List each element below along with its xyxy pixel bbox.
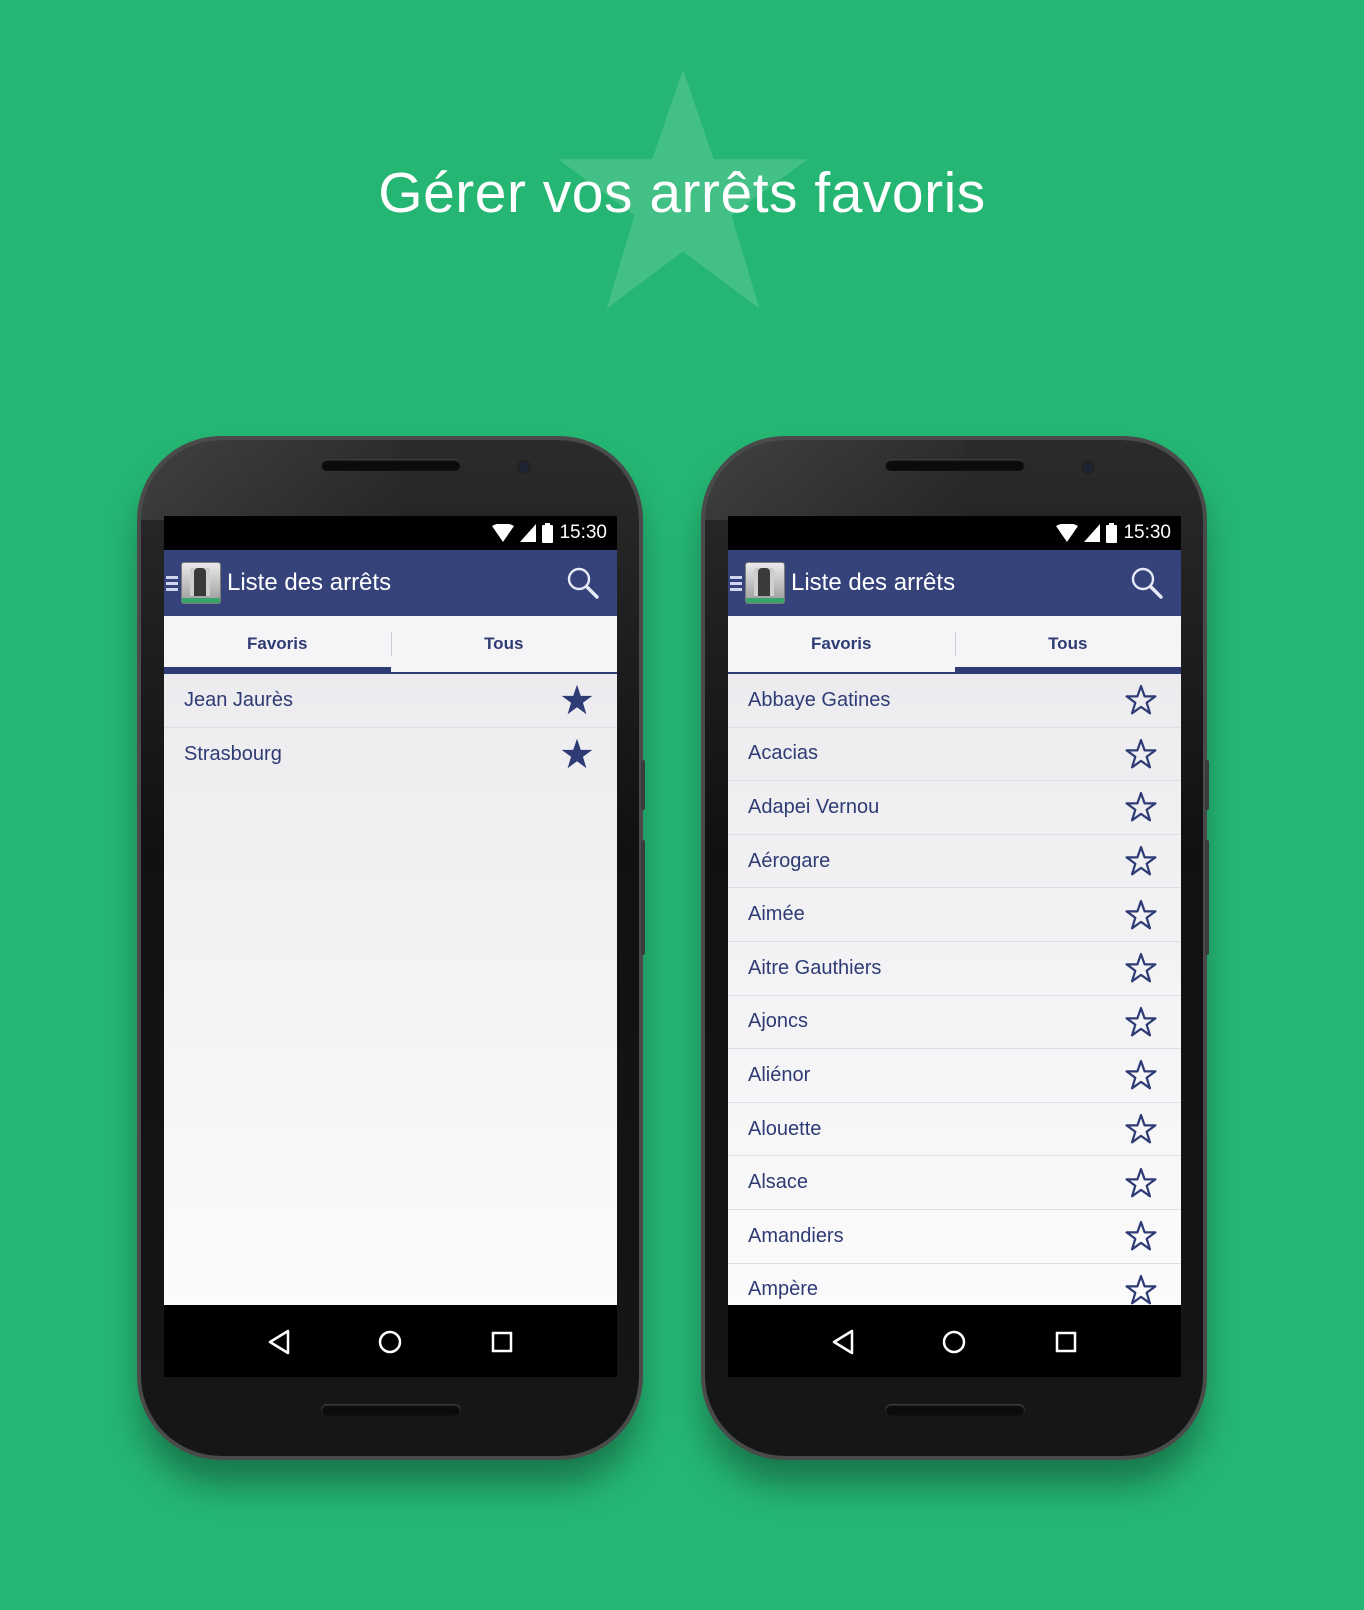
- signal-icon: [520, 524, 537, 542]
- stop-name: Alsace: [748, 1171, 809, 1194]
- recents-icon[interactable]: [490, 1330, 514, 1354]
- star-outline-icon[interactable]: [1125, 684, 1157, 716]
- status-bar: 15:30: [164, 516, 617, 550]
- app-bar: Liste des arrêts: [164, 550, 617, 616]
- status-time: 15:30: [559, 522, 607, 543]
- star-filled-icon[interactable]: [561, 684, 593, 716]
- speaker-top: [321, 459, 461, 471]
- star-outline-icon[interactable]: [1125, 845, 1157, 877]
- list-item[interactable]: Abbaye Gatines: [728, 674, 1181, 728]
- drawer-menu-icon[interactable]: [166, 575, 178, 591]
- list-item[interactable]: Ajoncs: [728, 996, 1181, 1050]
- star-outline-icon[interactable]: [1125, 952, 1157, 984]
- app-logo[interactable]: [181, 562, 221, 604]
- search-icon[interactable]: [1129, 565, 1165, 601]
- app-bar: Liste des arrêts: [728, 550, 1181, 616]
- power-button: [1205, 760, 1209, 810]
- status-time: 15:30: [1123, 522, 1171, 543]
- navigation-bar: [728, 1305, 1181, 1377]
- stop-name: Aimée: [748, 903, 805, 926]
- tab-tous[interactable]: Tous: [390, 616, 618, 672]
- home-icon[interactable]: [377, 1329, 403, 1355]
- navigation-bar: [164, 1305, 617, 1377]
- list-item[interactable]: Amandiers: [728, 1210, 1181, 1264]
- list-item[interactable]: Ampère: [728, 1264, 1181, 1305]
- list-item[interactable]: Acacias: [728, 728, 1181, 782]
- stops-list[interactable]: Abbaye Gatines Acacias Adapei Vernou Aéroga…: [728, 674, 1181, 1305]
- list-item[interactable]: Alsace: [728, 1156, 1181, 1210]
- star-outline-icon[interactable]: [1125, 1059, 1157, 1091]
- star-outline-icon[interactable]: [1125, 1220, 1157, 1252]
- list-item[interactable]: Alouette: [728, 1103, 1181, 1157]
- tab-favoris[interactable]: Favoris: [728, 616, 955, 672]
- star-outline-icon[interactable]: [1125, 1274, 1157, 1305]
- stop-name: Acacias: [748, 742, 819, 765]
- tab-tous[interactable]: Tous: [954, 616, 1182, 674]
- home-icon[interactable]: [941, 1329, 967, 1355]
- list-item[interactable]: Aliénor: [728, 1049, 1181, 1103]
- speaker-bottom: [885, 1404, 1025, 1416]
- phone-all-stops: 15:30 Liste des arrêts Favoris Tous Abba…: [705, 440, 1209, 1456]
- speaker-top: [885, 459, 1025, 471]
- list-item[interactable]: Adapei Vernou: [728, 781, 1181, 835]
- signal-icon: [1084, 524, 1101, 542]
- stop-name: Ampère: [748, 1278, 819, 1301]
- app-title: Liste des arrêts: [791, 569, 956, 596]
- front-camera: [519, 462, 529, 472]
- status-bar: 15:30: [728, 516, 1181, 550]
- drawer-menu-icon[interactable]: [730, 575, 742, 591]
- battery-icon: [1106, 523, 1118, 543]
- star-outline-icon[interactable]: [1125, 1113, 1157, 1145]
- volume-button: [1205, 840, 1209, 955]
- back-icon[interactable]: [267, 1329, 291, 1355]
- front-camera: [1083, 462, 1093, 472]
- stop-name: Strasbourg: [184, 742, 282, 765]
- star-outline-icon[interactable]: [1125, 1167, 1157, 1199]
- volume-button: [641, 840, 645, 955]
- list-item[interactable]: Jean Jaurès: [164, 674, 617, 728]
- app-logo[interactable]: [745, 562, 785, 604]
- back-icon[interactable]: [831, 1329, 855, 1355]
- star-filled-icon[interactable]: [561, 738, 593, 770]
- battery-icon: [542, 523, 554, 543]
- screen: 15:30 Liste des arrêts Favoris Tous Jean…: [164, 516, 617, 1377]
- search-icon[interactable]: [565, 565, 601, 601]
- wifi-icon: [492, 524, 515, 542]
- list-item[interactable]: Aitre Gauthiers: [728, 942, 1181, 996]
- tab-bar: Favoris Tous: [164, 616, 617, 674]
- star-outline-icon[interactable]: [1125, 738, 1157, 770]
- stop-name: Ajoncs: [748, 1010, 809, 1033]
- speaker-bottom: [321, 1404, 461, 1416]
- tab-bar: Favoris Tous: [728, 616, 1181, 674]
- phone-favorites: 15:30 Liste des arrêts Favoris Tous Jean…: [141, 440, 645, 1456]
- stop-name: Aliénor: [748, 1063, 811, 1086]
- screen: 15:30 Liste des arrêts Favoris Tous Abba…: [728, 516, 1181, 1377]
- star-outline-icon[interactable]: [1125, 791, 1157, 823]
- list-item[interactable]: Aimée: [728, 888, 1181, 942]
- headline: Gérer vos arrêts favoris: [378, 161, 986, 225]
- star-outline-icon[interactable]: [1125, 899, 1157, 931]
- star-outline-icon[interactable]: [1125, 1006, 1157, 1038]
- stop-name: Aérogare: [748, 849, 831, 872]
- stop-name: Alouette: [748, 1117, 822, 1140]
- recents-icon[interactable]: [1054, 1330, 1078, 1354]
- list-item[interactable]: Aérogare: [728, 835, 1181, 889]
- tab-favoris[interactable]: Favoris: [164, 616, 391, 674]
- stop-name: Abbaye Gatines: [748, 688, 891, 711]
- stop-name: Amandiers: [748, 1224, 844, 1247]
- list-item[interactable]: Strasbourg: [164, 728, 617, 782]
- wifi-icon: [1056, 524, 1079, 542]
- app-title: Liste des arrêts: [227, 569, 392, 596]
- stop-name: Adapei Vernou: [748, 795, 880, 818]
- power-button: [641, 760, 645, 810]
- stop-name: Jean Jaurès: [184, 688, 293, 711]
- stops-list[interactable]: Jean Jaurès Strasbourg: [164, 674, 617, 1305]
- stop-name: Aitre Gauthiers: [748, 956, 882, 979]
